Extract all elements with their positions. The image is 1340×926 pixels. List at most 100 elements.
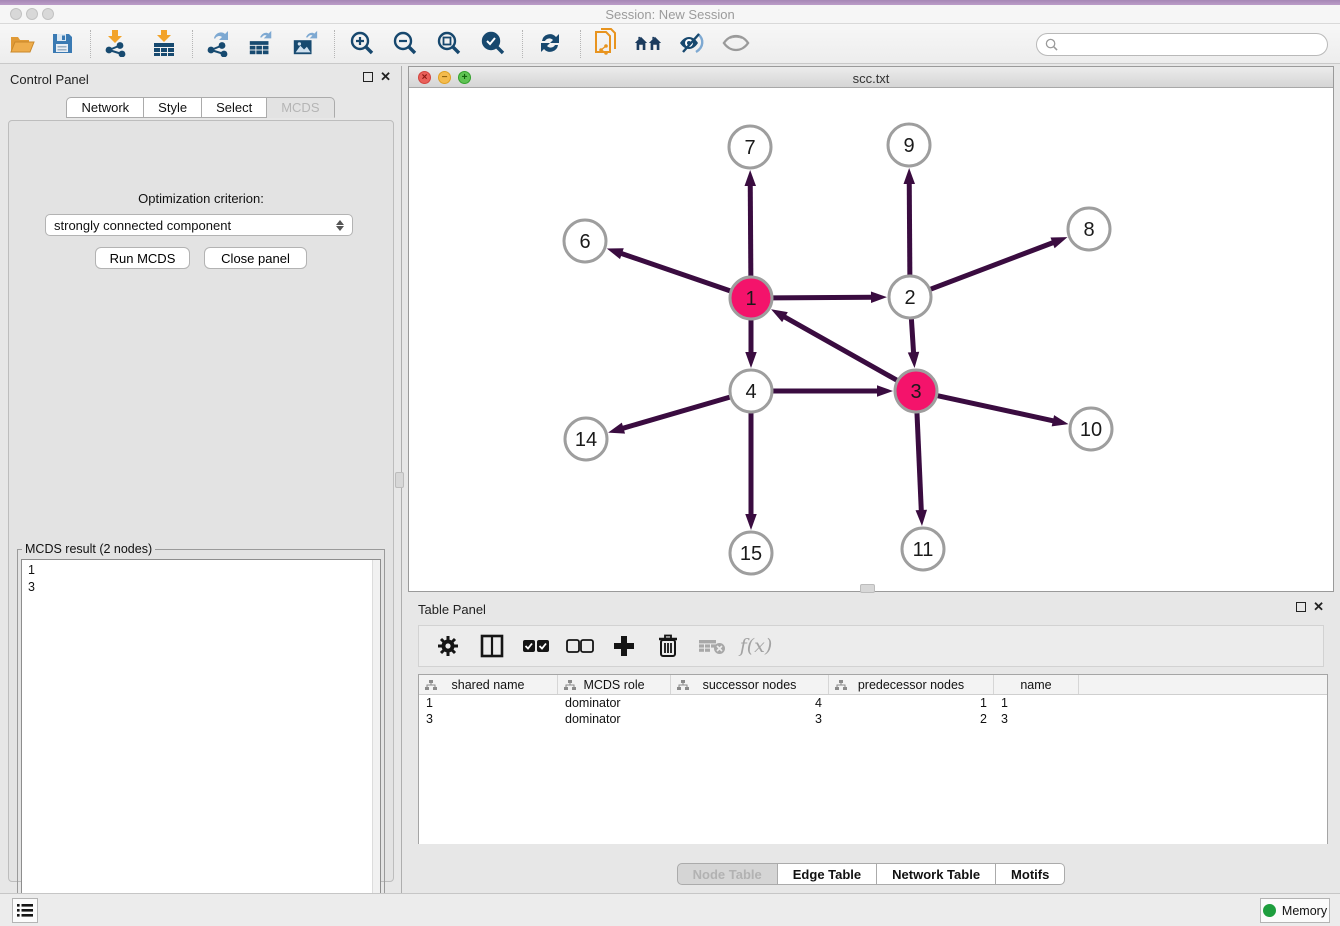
run-mcds-button[interactable]: Run MCDS bbox=[95, 247, 190, 269]
tab-network[interactable]: Network bbox=[66, 97, 144, 118]
task-history-button[interactable] bbox=[12, 898, 38, 923]
edge-3-1[interactable] bbox=[783, 316, 897, 380]
edge-1-2[interactable] bbox=[773, 297, 873, 298]
table-row[interactable]: 3 dominator 3 2 3 bbox=[419, 711, 1327, 727]
show-graphics-button[interactable] bbox=[722, 29, 750, 57]
table-panel-title: Table Panel bbox=[418, 602, 486, 617]
edge-1-6[interactable] bbox=[620, 253, 730, 291]
delete-column-button[interactable] bbox=[653, 631, 683, 661]
function-builder-button[interactable]: f(x) bbox=[741, 631, 771, 661]
close-panel-icon[interactable]: ✕ bbox=[380, 72, 391, 82]
column-header-shared-name[interactable]: shared name bbox=[419, 675, 558, 694]
column-header-successor-nodes[interactable]: successor nodes bbox=[671, 675, 829, 694]
arrowhead-2-9 bbox=[904, 168, 915, 184]
table-settings-button[interactable] bbox=[433, 631, 463, 661]
edge-2-3[interactable] bbox=[911, 319, 913, 354]
import-table-button[interactable] bbox=[150, 29, 178, 57]
network-window-titlebar[interactable]: × − + scc.txt bbox=[409, 67, 1333, 88]
trash-icon bbox=[658, 634, 678, 658]
edge-2-9[interactable] bbox=[909, 182, 910, 275]
node-label-3: 3 bbox=[910, 381, 921, 403]
arrowhead-1-4 bbox=[745, 352, 757, 368]
arrowhead-2-8 bbox=[1051, 237, 1068, 248]
create-column-button[interactable] bbox=[609, 631, 639, 661]
cell-shared-name[interactable]: 1 bbox=[419, 695, 558, 711]
tab-motifs[interactable]: Motifs bbox=[996, 863, 1065, 885]
edge-3-11[interactable] bbox=[917, 413, 921, 512]
edge-1-7[interactable] bbox=[750, 184, 751, 276]
toggle-details-button[interactable] bbox=[678, 29, 706, 57]
home-layout-button[interactable] bbox=[634, 29, 662, 57]
search-input[interactable] bbox=[1058, 38, 1327, 52]
open-session-button[interactable] bbox=[8, 29, 36, 57]
cell-mcds-role[interactable]: dominator bbox=[558, 695, 671, 711]
cell-successor-nodes[interactable]: 3 bbox=[671, 711, 829, 727]
delete-table-button[interactable] bbox=[697, 631, 727, 661]
column-header-mcds-role[interactable]: MCDS role bbox=[558, 675, 671, 694]
arrowhead-4-15 bbox=[745, 514, 757, 530]
memory-button[interactable]: Memory bbox=[1260, 898, 1330, 923]
vertical-splitter-grip[interactable] bbox=[395, 472, 404, 488]
float-panel-icon[interactable] bbox=[1296, 602, 1306, 612]
control-panel-title: Control Panel bbox=[10, 72, 89, 87]
search-field[interactable] bbox=[1036, 33, 1328, 56]
node-label-10: 10 bbox=[1080, 419, 1102, 441]
zoom-out-button[interactable] bbox=[391, 29, 419, 57]
network-graph[interactable]: 7968124314101511 bbox=[409, 89, 1333, 591]
list-icon bbox=[17, 904, 33, 917]
column-header-name[interactable]: name bbox=[994, 675, 1079, 694]
float-panel-icon[interactable] bbox=[363, 72, 373, 82]
table-toolbar: f(x) bbox=[418, 625, 1324, 667]
clone-network-button[interactable] bbox=[592, 29, 620, 57]
cell-successor-nodes[interactable]: 4 bbox=[671, 695, 829, 711]
refresh-layout-button[interactable] bbox=[536, 29, 564, 57]
table-header-row: shared name MCDS role successor nodes pr… bbox=[419, 675, 1327, 695]
cell-shared-name[interactable]: 3 bbox=[419, 711, 558, 727]
export-network-icon bbox=[204, 29, 232, 57]
cell-name[interactable]: 3 bbox=[994, 711, 1079, 727]
deselect-all-button[interactable] bbox=[565, 631, 595, 661]
status-bar: Memory bbox=[0, 893, 1340, 926]
zoom-in-button[interactable] bbox=[348, 29, 376, 57]
horizontal-splitter-grip[interactable] bbox=[860, 584, 875, 593]
node-label-6: 6 bbox=[579, 231, 590, 253]
node-label-4: 4 bbox=[745, 381, 756, 403]
tab-mcds[interactable]: MCDS bbox=[267, 97, 334, 118]
tab-node-table[interactable]: Node Table bbox=[677, 863, 778, 885]
mcds-result-title: MCDS result (2 nodes) bbox=[22, 542, 155, 556]
network-canvas[interactable]: 7968124314101511 bbox=[409, 89, 1333, 591]
import-network-icon bbox=[103, 29, 129, 57]
zoom-selected-button[interactable] bbox=[479, 29, 507, 57]
tab-select[interactable]: Select bbox=[202, 97, 267, 118]
cell-predecessor-nodes[interactable]: 2 bbox=[829, 711, 994, 727]
arrowhead-2-3 bbox=[908, 352, 919, 368]
window-titlebar: Session: New Session bbox=[0, 0, 1340, 24]
close-panel-icon[interactable]: ✕ bbox=[1313, 602, 1324, 612]
result-scrollbar[interactable] bbox=[372, 560, 380, 922]
gear-icon bbox=[437, 635, 459, 657]
save-session-button[interactable] bbox=[48, 29, 76, 57]
export-table-button[interactable] bbox=[247, 29, 275, 57]
cell-predecessor-nodes[interactable]: 1 bbox=[829, 695, 994, 711]
mcds-result-text[interactable]: 1 3 bbox=[21, 559, 381, 923]
criterion-dropdown[interactable]: strongly connected component bbox=[45, 214, 353, 236]
column-header-predecessor-nodes[interactable]: predecessor nodes bbox=[829, 675, 994, 694]
import-network-button[interactable] bbox=[102, 29, 130, 57]
column-label: shared name bbox=[452, 678, 525, 692]
checked-boxes-icon bbox=[522, 639, 550, 653]
tab-edge-table[interactable]: Edge Table bbox=[778, 863, 877, 885]
cell-mcds-role[interactable]: dominator bbox=[558, 711, 671, 727]
tab-network-table[interactable]: Network Table bbox=[877, 863, 996, 885]
zoom-fit-button[interactable] bbox=[435, 29, 463, 57]
show-column-button[interactable] bbox=[477, 631, 507, 661]
export-network-button[interactable] bbox=[204, 29, 232, 57]
tab-style[interactable]: Style bbox=[144, 97, 202, 118]
edge-4-14[interactable] bbox=[622, 397, 730, 429]
edge-2-8[interactable] bbox=[931, 242, 1055, 289]
select-all-button[interactable] bbox=[521, 631, 551, 661]
table-row[interactable]: 1 dominator 4 1 1 bbox=[419, 695, 1327, 711]
edge-3-10[interactable] bbox=[937, 396, 1054, 421]
cell-name[interactable]: 1 bbox=[994, 695, 1079, 711]
close-panel-button[interactable]: Close panel bbox=[204, 247, 307, 269]
export-image-button[interactable] bbox=[291, 29, 319, 57]
